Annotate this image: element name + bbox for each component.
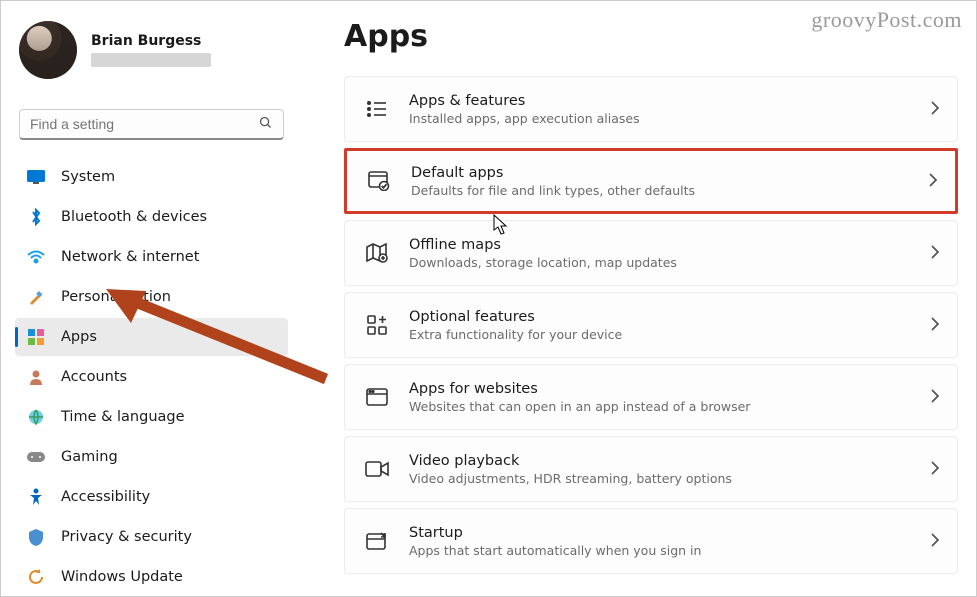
sidebar: Brian Burgess System Bluetooth & devi: [1, 1, 296, 596]
sidebar-item-label: Gaming: [61, 449, 118, 465]
settings-cards: Apps & features Installed apps, app exec…: [344, 76, 958, 574]
accessibility-icon: [27, 488, 45, 506]
sidebar-item-label: Accounts: [61, 369, 127, 385]
video-icon: [363, 461, 391, 477]
card-title: Optional features: [409, 309, 931, 325]
map-icon: [363, 243, 391, 263]
card-title: Default apps: [411, 165, 929, 181]
chevron-right-icon: [931, 100, 939, 119]
sidebar-item-label: System: [61, 169, 115, 185]
card-subtitle: Downloads, storage location, map updates: [409, 255, 931, 270]
card-subtitle: Video adjustments, HDR streaming, batter…: [409, 471, 931, 486]
sidebar-item-time[interactable]: Time & language: [15, 398, 288, 436]
main-content: groovyPost.com Apps Apps & features Inst…: [296, 1, 976, 596]
search-box[interactable]: [19, 109, 284, 140]
sidebar-item-system[interactable]: System: [15, 158, 288, 196]
sidebar-item-label: Privacy & security: [61, 529, 192, 545]
sidebar-item-network[interactable]: Network & internet: [15, 238, 288, 276]
sidebar-item-label: Time & language: [61, 409, 185, 425]
card-apps-websites[interactable]: Apps for websites Websites that can open…: [344, 364, 958, 430]
card-startup[interactable]: Startup Apps that start automatically wh…: [344, 508, 958, 574]
startup-icon: [363, 531, 391, 551]
sidebar-item-bluetooth[interactable]: Bluetooth & devices: [15, 198, 288, 236]
chevron-right-icon: [931, 532, 939, 551]
sidebar-item-label: Apps: [61, 329, 97, 345]
search-icon: [258, 115, 273, 134]
sidebar-item-label: Windows Update: [61, 569, 183, 585]
nav: System Bluetooth & devices Network & int…: [15, 158, 288, 596]
card-apps-features[interactable]: Apps & features Installed apps, app exec…: [344, 76, 958, 142]
profile-email-redacted: [91, 53, 211, 67]
chevron-right-icon: [931, 388, 939, 407]
card-title: Apps & features: [409, 93, 931, 109]
search-input[interactable]: [30, 116, 258, 132]
card-subtitle: Installed apps, app execution aliases: [409, 111, 931, 126]
card-subtitle: Apps that start automatically when you s…: [409, 543, 931, 558]
update-icon: [27, 568, 45, 586]
sidebar-item-label: Personalization: [61, 289, 171, 305]
shield-icon: [27, 528, 45, 546]
card-video-playback[interactable]: Video playback Video adjustments, HDR st…: [344, 436, 958, 502]
apps-icon: [27, 328, 45, 346]
card-offline-maps[interactable]: Offline maps Downloads, storage location…: [344, 220, 958, 286]
globe-icon: [27, 408, 45, 426]
card-title: Video playback: [409, 453, 931, 469]
wifi-icon: [27, 248, 45, 266]
sidebar-item-label: Bluetooth & devices: [61, 209, 207, 225]
card-title: Startup: [409, 525, 931, 541]
brush-icon: [27, 288, 45, 306]
person-icon: [27, 368, 45, 386]
sidebar-item-privacy[interactable]: Privacy & security: [15, 518, 288, 556]
default-apps-icon: [365, 171, 393, 191]
sidebar-item-update[interactable]: Windows Update: [15, 558, 288, 596]
avatar: [19, 21, 77, 79]
chevron-right-icon: [931, 244, 939, 263]
chevron-right-icon: [931, 460, 939, 479]
card-subtitle: Extra functionality for your device: [409, 327, 931, 342]
chevron-right-icon: [931, 316, 939, 335]
sidebar-item-label: Accessibility: [61, 489, 150, 505]
profile-block[interactable]: Brian Burgess: [15, 15, 288, 89]
watermark: groovyPost.com: [811, 7, 962, 33]
card-title: Apps for websites: [409, 381, 931, 397]
sidebar-item-personalization[interactable]: Personalization: [15, 278, 288, 316]
chevron-right-icon: [929, 172, 937, 191]
sidebar-item-label: Network & internet: [61, 249, 199, 265]
sidebar-item-apps[interactable]: Apps: [15, 318, 288, 356]
plus-grid-icon: [363, 315, 391, 335]
bluetooth-icon: [27, 208, 45, 226]
sidebar-item-gaming[interactable]: Gaming: [15, 438, 288, 476]
sidebar-item-accessibility[interactable]: Accessibility: [15, 478, 288, 516]
display-icon: [27, 168, 45, 186]
card-optional-features[interactable]: Optional features Extra functionality fo…: [344, 292, 958, 358]
card-title: Offline maps: [409, 237, 931, 253]
profile-name: Brian Burgess: [91, 33, 211, 49]
card-subtitle: Websites that can open in an app instead…: [409, 399, 931, 414]
card-default-apps[interactable]: Default apps Defaults for file and link …: [344, 148, 958, 214]
gaming-icon: [27, 448, 45, 466]
sidebar-item-accounts[interactable]: Accounts: [15, 358, 288, 396]
list-icon: [363, 100, 391, 118]
window-icon: [363, 388, 391, 406]
card-subtitle: Defaults for file and link types, other …: [411, 183, 929, 198]
